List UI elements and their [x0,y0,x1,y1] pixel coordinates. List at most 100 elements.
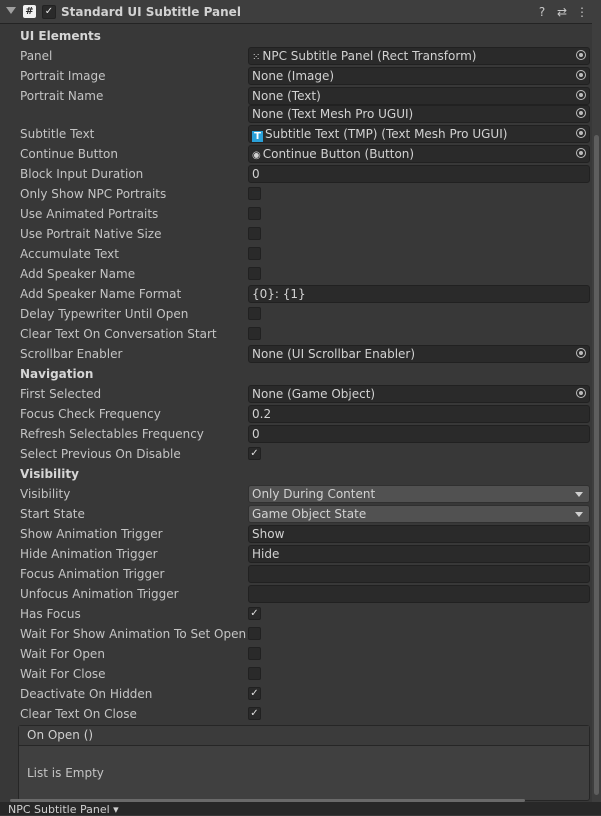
only-show-npc-portraits-checkbox[interactable] [248,187,261,200]
visibility-label: Visibility [20,487,71,501]
wait-for-show-animation-checkbox[interactable] [248,627,261,640]
continue-button-label: Continue Button [20,147,118,161]
portrait-name-text-field[interactable]: None (Text) [248,87,590,105]
delay-typewriter-checkbox[interactable] [248,307,261,320]
clear-text-on-conversation-start-checkbox[interactable] [248,327,261,340]
component-title: Standard UI Subtitle Panel [61,5,241,19]
text-mesh-pro-icon: T [252,131,263,142]
wait-for-open-checkbox[interactable] [248,647,261,660]
start-state-label: Start State [20,507,85,521]
unfocus-animation-trigger-label: Unfocus Animation Trigger [20,587,179,601]
scrollbar-enabler-label: Scrollbar Enabler [20,347,123,361]
component-header: # ✓ Standard UI Subtitle Panel ? ⇄ ⋮ [0,0,592,24]
add-speaker-name-format-label: Add Speaker Name Format [20,287,182,301]
first-selected-value: None (Game Object) [252,387,376,401]
dropdown-arrow-icon [575,512,583,517]
continue-button-field[interactable]: ◉ Continue Button (Button) [248,145,590,163]
block-input-duration-label: Block Input Duration [20,167,144,181]
portrait-image-field[interactable]: None (Image) [248,67,590,85]
on-open-event-list: On Open () List is Empty [18,725,590,801]
object-picker-icon[interactable] [576,50,586,60]
accumulate-text-label: Accumulate Text [20,247,119,261]
use-portrait-native-size-checkbox[interactable] [248,227,261,240]
object-picker-icon[interactable] [576,128,586,138]
panel-field[interactable]: ⁙ NPC Subtitle Panel (Rect Transform) [248,47,590,65]
footer-object-name[interactable]: NPC Subtitle Panel ▾ [8,803,119,816]
object-picker-icon[interactable] [576,348,586,358]
button-component-icon: ◉ [252,150,261,161]
hide-animation-trigger-label: Hide Animation Trigger [20,547,158,561]
scrollbar-enabler-field[interactable]: None (UI Scrollbar Enabler) [248,345,590,363]
portrait-name-tmp-value: None (Text Mesh Pro UGUI) [252,107,414,121]
help-icon[interactable]: ? [535,5,549,19]
dropdown-arrow-icon [575,492,583,497]
foldout-arrow-icon[interactable] [6,7,16,14]
deactivate-on-hidden-checkbox[interactable]: ✓ [248,687,261,700]
portrait-image-value: None (Image) [252,69,335,83]
only-show-npc-portraits-label: Only Show NPC Portraits [20,187,167,201]
subtitle-text-value: Subtitle Text (TMP) (Text Mesh Pro UGUI) [265,127,508,141]
section-visibility: Visibility [20,467,79,481]
first-selected-field[interactable]: None (Game Object) [248,385,590,403]
object-picker-icon[interactable] [576,388,586,398]
has-focus-label: Has Focus [20,607,81,621]
focus-check-frequency-label: Focus Check Frequency [20,407,161,421]
refresh-selectables-frequency-input[interactable]: 0 [248,425,590,443]
portrait-name-value: None (Text) [252,89,321,103]
focus-check-frequency-input[interactable]: 0.2 [248,405,590,423]
show-animation-trigger-label: Show Animation Trigger [20,527,163,541]
visibility-dropdown[interactable]: Only During Content [248,485,590,503]
delay-typewriter-label: Delay Typewriter Until Open [20,307,189,321]
portrait-name-label: Portrait Name [20,89,104,103]
add-speaker-name-format-input[interactable]: {0}: {1} [248,285,590,303]
use-animated-portraits-checkbox[interactable] [248,207,261,220]
refresh-selectables-frequency-label: Refresh Selectables Frequency [20,427,204,441]
portrait-image-label: Portrait Image [20,69,106,83]
use-animated-portraits-label: Use Animated Portraits [20,207,159,221]
wait-for-close-checkbox[interactable] [248,667,261,680]
select-previous-on-disable-label: Select Previous On Disable [20,447,181,461]
on-open-event-header[interactable]: On Open () [19,726,589,746]
select-previous-on-disable-checkbox[interactable]: ✓ [248,447,261,460]
start-state-dropdown[interactable]: Game Object State [248,505,590,523]
use-portrait-native-size-label: Use Portrait Native Size [20,227,162,241]
show-animation-trigger-input[interactable]: Show [248,525,590,543]
kebab-menu-icon[interactable]: ⋮ [575,5,589,19]
section-navigation: Navigation [20,367,94,381]
wait-for-show-animation-label: Wait For Show Animation To Set Open [20,627,247,641]
subtitle-text-field[interactable]: T Subtitle Text (TMP) (Text Mesh Pro UGUI… [248,125,590,143]
visibility-value: Only During Content [252,487,376,501]
block-input-duration-input[interactable]: 0 [248,165,590,183]
add-speaker-name-checkbox[interactable] [248,267,261,280]
portrait-name-tmp-field[interactable]: None (Text Mesh Pro UGUI) [248,105,590,123]
hide-animation-trigger-input[interactable]: Hide [248,545,590,563]
component-enabled-checkbox[interactable]: ✓ [42,5,56,19]
scrollbar-enabler-value: None (UI Scrollbar Enabler) [252,347,416,361]
clear-text-on-conversation-start-label: Clear Text On Conversation Start [20,327,217,341]
subtitle-text-label: Subtitle Text [20,127,95,141]
focus-animation-trigger-input[interactable] [248,565,590,583]
has-focus-checkbox[interactable]: ✓ [248,607,261,620]
start-state-value: Game Object State [252,507,367,521]
rect-transform-icon: ⁙ [252,52,261,63]
object-picker-icon[interactable] [576,90,586,100]
object-picker-icon[interactable] [576,70,586,80]
section-ui-elements: UI Elements [20,29,101,43]
presets-icon[interactable]: ⇄ [555,5,569,19]
component-script-icon: # [23,5,36,18]
continue-button-value: Continue Button (Button) [262,147,415,161]
object-picker-icon[interactable] [576,108,586,118]
panel-label: Panel [20,49,53,63]
scrollbar-thumb[interactable] [594,135,599,795]
object-picker-icon[interactable] [576,148,586,158]
first-selected-label: First Selected [20,387,102,401]
panel-value: NPC Subtitle Panel (Rect Transform) [262,49,477,63]
clear-text-on-close-checkbox[interactable]: ✓ [248,707,261,720]
unfocus-animation-trigger-input[interactable] [248,585,590,603]
on-open-empty-text: List is Empty [27,766,104,780]
inspector-vertical-scrollbar[interactable] [592,0,601,802]
clear-text-on-close-label: Clear Text On Close [20,707,137,721]
wait-for-open-label: Wait For Open [20,647,105,661]
accumulate-text-checkbox[interactable] [248,247,261,260]
add-speaker-name-label: Add Speaker Name [20,267,136,281]
